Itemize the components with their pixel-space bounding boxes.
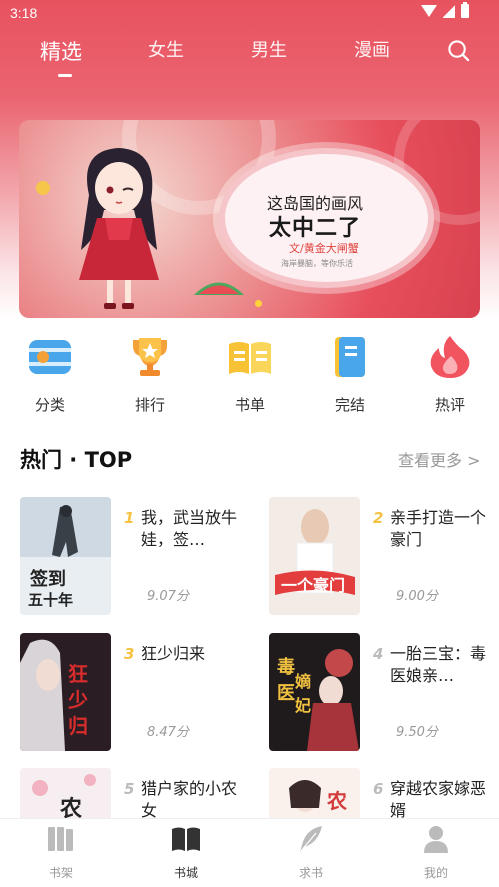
book-score: 9.50分	[396, 725, 438, 740]
book-score: 9.00分	[396, 589, 438, 604]
promo-banner[interactable]: 这岛国的画风 太中二了 文/黄金大闸蟹 海岸暴脑，等你乐活	[19, 120, 480, 318]
search-icon[interactable]	[447, 39, 470, 62]
book-title: 亲手打造一个豪门	[390, 508, 487, 549]
rank-number: 1	[124, 509, 135, 527]
book-title: 狂少归来	[141, 644, 206, 663]
category-button-hot-comments[interactable]: 热评	[410, 334, 490, 415]
nav-profile[interactable]: 我的	[406, 825, 466, 881]
category-label: 排行	[134, 396, 165, 414]
wifi-icon	[421, 5, 437, 17]
book-title: 穿越农家嫁恶婿	[390, 779, 487, 820]
rank-number: 4	[373, 645, 384, 663]
nav-label: 求书	[298, 866, 323, 880]
tab-female[interactable]: 女生	[148, 36, 184, 62]
book-card[interactable]: 签到 五十年 1 我，武当放牛娃，签… 9.07分	[20, 497, 250, 617]
anime-girl-illustration	[79, 148, 159, 309]
rank-number: 5	[124, 780, 135, 798]
top-tabs: 精选 女生 男生 漫画	[0, 36, 499, 76]
book-card[interactable]: 一个豪门 2 亲手打造一个豪门 9.00分	[269, 497, 499, 617]
svg-text:归: 归	[68, 714, 88, 738]
category-button-ranking[interactable]: 排行	[110, 334, 190, 415]
book-cover: 一个豪门	[269, 497, 360, 615]
banner-author: 文/黄金大闸蟹	[289, 242, 359, 255]
svg-text:签到: 签到	[29, 568, 66, 590]
trophy-icon	[133, 338, 167, 376]
category-label: 分类	[34, 396, 65, 414]
finished-book-icon	[335, 337, 365, 377]
svg-text:嫡: 嫡	[295, 672, 311, 691]
svg-text:一个豪门: 一个豪门	[281, 576, 345, 595]
nav-bookshelf[interactable]: 书架	[31, 825, 91, 881]
banner-page-indicator	[255, 300, 262, 307]
category-button-booklist[interactable]: 书单	[210, 334, 290, 415]
rank-number: 6	[373, 780, 384, 798]
svg-text:狂: 狂	[68, 662, 88, 686]
signal-icon	[443, 4, 455, 18]
battery-icon	[461, 2, 469, 18]
category-label: 热评	[434, 396, 465, 414]
tab-featured[interactable]: 精选	[40, 36, 82, 66]
book-cover: 狂 少 归	[20, 633, 111, 751]
nav-bookstore[interactable]: 书城	[156, 825, 216, 881]
tab-indicator	[58, 74, 72, 77]
book-card[interactable]: 毒 医 嫡 妃 4 一胎三宝：毒医娘亲… 9.50分	[269, 633, 499, 753]
feather-icon	[300, 826, 322, 852]
nav-label: 我的	[423, 866, 448, 880]
tab-comics[interactable]: 漫画	[354, 36, 390, 62]
category-label: 书单	[234, 396, 265, 414]
svg-text:医: 医	[277, 683, 295, 704]
rank-number: 2	[373, 509, 384, 527]
svg-text:少: 少	[67, 688, 88, 712]
nav-label: 书城	[173, 866, 198, 880]
banner-title-line2: 太中二了	[269, 215, 362, 241]
see-more-link[interactable]: 查看更多 >	[398, 447, 481, 471]
book-score: 9.07分	[147, 589, 189, 604]
book-cover: 毒 医 嫡 妃	[269, 633, 360, 751]
category-button-classify[interactable]: 分类	[10, 334, 90, 415]
category-shortcuts: 分类 排行 书单 完结 热评	[0, 334, 499, 414]
book-icon	[172, 827, 200, 851]
open-book-icon	[229, 342, 271, 374]
status-bar: 3:18	[0, 0, 499, 26]
category-label: 完结	[334, 396, 365, 414]
nav-request-book[interactable]: 求书	[281, 825, 341, 881]
rank-number: 3	[124, 645, 135, 663]
category-button-finished[interactable]: 完结	[310, 334, 390, 415]
book-card[interactable]: 狂 少 归 3 狂少归来 8.47分	[20, 633, 250, 753]
svg-text:妃: 妃	[294, 696, 311, 715]
book-cover: 签到 五十年	[20, 497, 111, 615]
bookshelf-icon	[48, 827, 73, 851]
banner-slogan: 海岸暴脑，等你乐活	[281, 259, 353, 268]
book-title: 一胎三宝：毒医娘亲…	[390, 644, 487, 685]
svg-text:毒: 毒	[277, 656, 295, 678]
user-icon	[424, 826, 448, 853]
book-title: 我，武当放牛娃，签…	[141, 508, 238, 549]
nav-label: 书架	[48, 866, 73, 880]
tab-male[interactable]: 男生	[251, 36, 287, 62]
svg-text:五十年: 五十年	[28, 591, 73, 609]
category-icon	[29, 340, 71, 374]
svg-text:农: 农	[326, 789, 347, 813]
section-title: 热门 · TOP	[20, 448, 133, 472]
bottom-navigation: 书架 书城 求书 我的	[0, 818, 499, 887]
book-score: 8.47分	[147, 725, 189, 740]
book-title: 猎户家的小农女	[141, 779, 238, 820]
status-time: 3:18	[10, 5, 38, 21]
flame-icon	[430, 336, 470, 378]
